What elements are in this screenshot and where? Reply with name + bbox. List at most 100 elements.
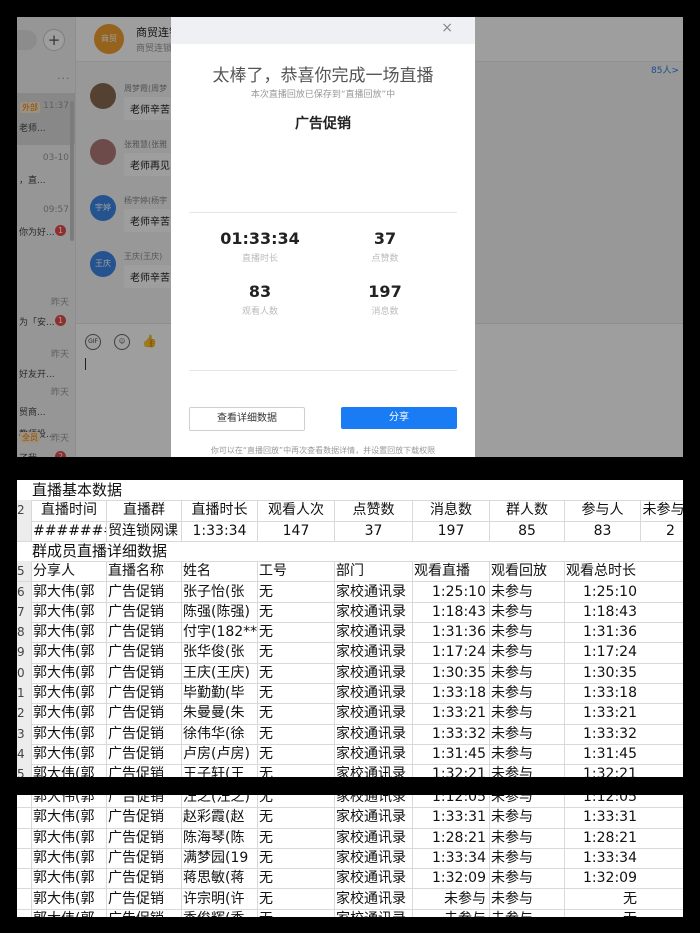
table-cell[interactable]: 郭大伟(郭 [31,908,106,917]
table-cell[interactable]: 郭大伟(郭 [31,723,106,744]
table-cell[interactable]: 付宇(182** [181,622,257,643]
row-number[interactable]: 5 [17,764,31,777]
table-cell[interactable]: 群人数 [489,500,564,521]
table-cell[interactable]: 未参与 [489,662,564,683]
table-cell[interactable]: 1:32:21 [564,764,640,777]
table-cell[interactable]: 广告促销 [106,868,181,889]
table-cell[interactable]: 未参与 [489,847,564,869]
table-cell[interactable]: 郭大伟(郭 [31,795,106,808]
table-cell[interactable]: 陈强(陈强) [181,601,257,623]
table-cell[interactable]: 工号 [257,561,334,582]
table-cell[interactable]: 无 [257,795,334,808]
table-cell[interactable]: 无 [257,581,334,602]
table-cell[interactable]: 无 [257,601,334,623]
table-cell[interactable]: 观看人次 [257,500,334,521]
table-cell[interactable]: 未参与 [489,908,564,917]
table-cell[interactable]: 85 [489,520,564,541]
table-cell[interactable]: 1:31:45 [412,743,489,765]
table-cell[interactable]: 未参与 [489,622,564,643]
row-number[interactable]: 6 [17,581,31,602]
table-cell[interactable]: 未参与 [489,723,564,744]
table-cell[interactable]: 蒋思敏(蒋 [181,868,257,889]
table-cell[interactable]: 未参与 [489,888,564,909]
table-cell[interactable]: 1:33:18 [412,683,489,704]
table-cell[interactable]: 未参与 [489,581,564,602]
table-cell[interactable]: 2 [640,520,683,541]
table-cell[interactable]: 家校通讯录 [334,868,412,889]
table-cell[interactable]: 毕勤勤(毕 [181,683,257,704]
row-number[interactable]: 2 [17,500,31,521]
table-cell[interactable]: 广告促销 [106,662,181,683]
table-cell[interactable]: 家校通讯录 [334,723,412,744]
table-cell[interactable]: 直播群 [106,500,181,521]
table-cell[interactable]: 未参与 [489,764,564,777]
table-cell[interactable]: 无 [257,703,334,724]
table-cell[interactable]: 1:30:35 [412,662,489,683]
table-cell[interactable]: 无 [257,764,334,777]
row-number[interactable]: 0 [17,662,31,683]
table-cell[interactable]: 家校通讯录 [334,743,412,765]
table-cell[interactable]: 未参与 [489,601,564,623]
table-cell[interactable]: 1:32:09 [564,868,640,889]
table-cell[interactable]: 朱曼曼(朱 [181,703,257,724]
table-cell[interactable]: 未参与 [489,642,564,663]
table-cell[interactable]: 汪之(汪之) [181,795,257,808]
table-cell[interactable]: 郭大伟(郭 [31,581,106,602]
table-cell[interactable]: 张子怡(张 [181,581,257,602]
table-cell[interactable]: 无 [257,888,334,909]
table-cell[interactable]: 1:32:09 [412,868,489,889]
table-cell[interactable]: 1:12:05 [412,795,489,808]
table-cell[interactable]: 观看回放 [489,561,564,582]
table-cell[interactable]: 未参与人 [640,500,683,521]
table-cell[interactable]: 郭大伟(郭 [31,888,106,909]
table-cell[interactable]: 未参与 [489,743,564,765]
table-cell[interactable]: 1:12:05 [564,795,640,808]
table-cell[interactable]: 1:32:21 [412,764,489,777]
table-cell[interactable]: 参与人 [564,500,640,521]
table-cell[interactable]: 1:33:34 [564,847,640,869]
table-cell[interactable]: 未参与 [489,795,564,808]
table-cell[interactable]: 许宗明(许 [181,888,257,909]
row-number[interactable]: 8 [17,622,31,643]
table-cell[interactable]: 无 [257,847,334,869]
table-cell[interactable]: 赵彩霞(赵 [181,807,257,828]
table-cell[interactable]: 观看直播 [412,561,489,582]
table-cell[interactable]: 1:33:31 [564,807,640,828]
table-cell[interactable]: 广告促销 [106,601,181,623]
table-cell[interactable]: 郭大伟(郭 [31,683,106,704]
table-cell[interactable]: 家校通讯录 [334,847,412,869]
table-cell[interactable]: 未参与 [412,888,489,909]
row-number[interactable]: 1 [17,683,31,704]
table-cell[interactable]: 无 [257,807,334,828]
table-cell[interactable]: 广告促销 [106,743,181,765]
table-cell[interactable]: 未参与 [412,908,489,917]
table-cell[interactable]: 家校通讯录 [334,642,412,663]
table-cell[interactable]: ####### [31,520,106,541]
row-number[interactable]: 9 [17,642,31,663]
table-cell[interactable]: 1:33:31 [412,807,489,828]
view-details-button[interactable]: 查看详细数据 [189,407,305,431]
table-cell[interactable]: 1:28:21 [564,827,640,848]
table-cell[interactable]: 陈海琴(陈 [181,827,257,848]
table-cell[interactable]: 郭大伟(郭 [31,827,106,848]
table-cell[interactable]: 1:17:24 [564,642,640,663]
table-cell[interactable]: 广告促销 [106,703,181,724]
table-cell[interactable]: 广告促销 [106,581,181,602]
table-cell[interactable]: 无 [564,888,640,909]
table-cell[interactable]: 1:28:21 [412,827,489,848]
table-cell[interactable]: 广告促销 [106,622,181,643]
table-cell[interactable]: 无 [257,683,334,704]
table-cell[interactable]: 未参与 [489,868,564,889]
table-cell[interactable]: 1:18:43 [412,601,489,623]
table-cell[interactable]: 广告促销 [106,795,181,808]
table-cell[interactable]: 直播名称 [106,561,181,582]
table-cell[interactable]: 直播时间 [31,500,106,521]
table-cell[interactable]: 83 [564,520,640,541]
table-cell[interactable]: 未参与 [489,807,564,828]
table-cell[interactable]: 家校通讯录 [334,683,412,704]
table-cell[interactable]: 家校通讯录 [334,807,412,828]
table-cell[interactable]: 1:33:21 [564,703,640,724]
table-cell[interactable]: 37 [334,520,412,541]
table-cell[interactable]: 卢房(卢房) [181,743,257,765]
table-cell[interactable]: 部门 [334,561,412,582]
